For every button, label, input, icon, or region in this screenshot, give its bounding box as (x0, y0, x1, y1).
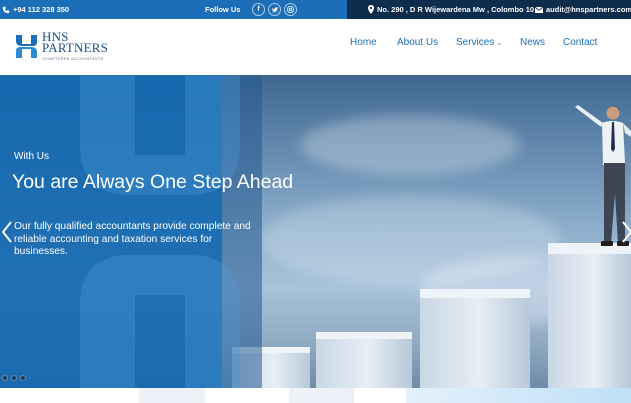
step-block-top (420, 289, 530, 298)
nav-services-label: Services (456, 37, 495, 48)
step-block (420, 297, 530, 388)
phone-icon (2, 6, 10, 13)
site-header: HNS PARTNERS CHARTERED ACCOUNTANTS Home … (0, 19, 631, 75)
hero-description: Our fully qualified accountants provide … (14, 221, 251, 257)
nav-news[interactable]: News (520, 37, 545, 48)
email-link[interactable]: audit@hnspartners.com (535, 0, 631, 19)
nav-contact[interactable]: Contact (563, 37, 597, 48)
slider-pagination (2, 375, 26, 381)
step-block-top (316, 332, 412, 339)
feature-card (289, 388, 354, 403)
logo-tagline: CHARTERED ACCOUNTANTS (43, 57, 104, 61)
step-block (316, 337, 412, 388)
logo-wordmark[interactable]: HNS PARTNERS (42, 30, 109, 55)
hero-headline: You are Always One Step Ahead (12, 171, 294, 193)
logo-mark-icon[interactable] (13, 33, 40, 60)
phone-number: +94 112 328 350 (13, 5, 70, 14)
chevron-down-icon: ⌄ (496, 40, 503, 47)
step-block (548, 253, 631, 388)
nav-services[interactable]: Services ⌄ (456, 37, 502, 48)
hero-eyebrow: With Us (14, 151, 49, 162)
slider-next-arrow-icon[interactable] (621, 221, 631, 243)
phone-link[interactable]: +94 112 328 350 (2, 0, 69, 19)
slider-dot[interactable] (2, 375, 8, 381)
email-text: audit@hnspartners.com (546, 5, 631, 14)
nav-home[interactable]: Home (350, 37, 377, 48)
nav-about-us[interactable]: About Us (397, 37, 438, 48)
location-pin-icon (368, 5, 374, 14)
feature-card (406, 388, 631, 403)
slider-prev-arrow-icon[interactable] (1, 221, 13, 243)
instagram-icon[interactable] (284, 3, 297, 16)
slider-dot[interactable] (20, 375, 26, 381)
address-link[interactable]: No. 290 , D R Wijewardena Mw , Colombo 1… (368, 0, 534, 19)
twitter-icon[interactable] (268, 3, 281, 16)
feature-card (139, 388, 205, 403)
cloud-shape (300, 115, 520, 175)
hero-slider: With Us You are Always One Step Ahead Ou… (0, 75, 631, 388)
logo-line2: PARTNERS (42, 40, 109, 55)
next-section-peek (0, 388, 631, 403)
slider-dot[interactable] (11, 375, 17, 381)
top-bar: +94 112 328 350 Follow Us f No. 290 , D … (0, 0, 631, 19)
follow-us-label: Follow Us (205, 5, 241, 14)
envelope-icon (535, 6, 543, 13)
facebook-icon[interactable]: f (252, 3, 265, 16)
address-text: No. 290 , D R Wijewardena Mw , Colombo 1… (377, 5, 535, 14)
